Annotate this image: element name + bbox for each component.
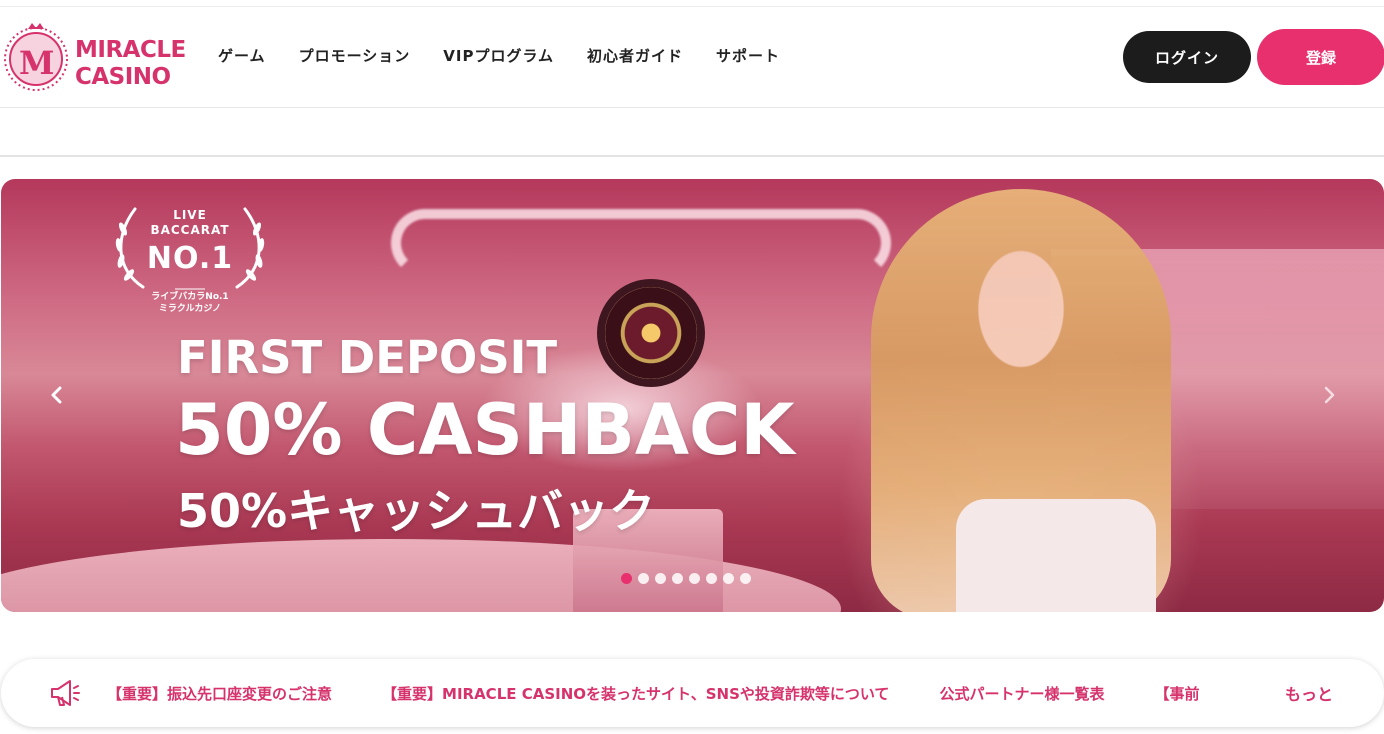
carousel-dot[interactable] — [621, 573, 632, 584]
live-baccarat-badge: LIVE BACCARAT NO.1 ライブバカラNo.1 ミラクルカジノ — [109, 205, 271, 323]
banner-headline-3: 50%キャッシュバック — [177, 484, 656, 538]
carousel-prev-button[interactable] — [43, 379, 71, 411]
hero-banner[interactable]: LIVE BACCARAT NO.1 ライブバカラNo.1 ミラクルカジノ FI… — [1, 179, 1384, 612]
megaphone-icon — [51, 680, 80, 706]
banner-ceiling-light — [391, 209, 891, 277]
banner-headline-2: 50% CASHBACK — [175, 389, 795, 471]
badge-caption: ライブバカラNo.1 ミラクルカジノ — [109, 291, 271, 315]
banner-headline-1: FIRST DEPOSIT — [177, 331, 558, 384]
notice-more-link[interactable]: もっと — [1271, 681, 1365, 705]
site-header: M MIRACLE CASINO ゲーム プロモーション VIPプログラム 初心… — [0, 7, 1384, 108]
badge-title: LIVE BACCARAT — [109, 208, 271, 238]
carousel-dot[interactable] — [723, 573, 734, 584]
banner-model-dress — [956, 499, 1156, 612]
main-nav: ゲーム プロモーション VIPプログラム 初心者ガイド サポート — [218, 45, 813, 66]
carousel-dot[interactable] — [706, 573, 717, 584]
notice-ticker: 【重要】振込先口座変更のご注意 【重要】MIRACLE CASINOを装ったサイ… — [1, 659, 1384, 727]
nav-item-support[interactable]: サポート — [716, 45, 780, 66]
nav-item-promotions[interactable]: プロモーション — [299, 45, 411, 66]
sub-header-bar — [0, 108, 1384, 157]
badge-line-2: BACCARAT — [150, 223, 230, 237]
notice-item[interactable]: 【重要】MIRACLE CASINOを装ったサイト、SNSや投資詐欺等について — [382, 683, 889, 704]
chevron-right-icon — [1324, 386, 1335, 404]
carousel-dot[interactable] — [638, 573, 649, 584]
notice-item[interactable]: 公式パートナー様一覧表 — [939, 683, 1104, 704]
logo-wordmark: MIRACLE CASINO — [75, 37, 186, 91]
nav-item-games[interactable]: ゲーム — [218, 45, 266, 66]
nav-item-beginner-guide[interactable]: 初心者ガイド — [587, 45, 683, 66]
carousel-dot[interactable] — [672, 573, 683, 584]
notice-item[interactable]: 【事前 — [1154, 683, 1199, 704]
chevron-left-icon — [51, 386, 62, 404]
roulette-wheel-image — [605, 287, 697, 379]
notice-list: 【重要】振込先口座変更のご注意 【重要】MIRACLE CASINOを装ったサイ… — [107, 683, 1199, 704]
carousel-dot[interactable] — [655, 573, 666, 584]
login-button[interactable]: ログイン — [1123, 31, 1251, 83]
logo-line-2: CASINO — [75, 64, 171, 90]
badge-rank: NO.1 — [146, 241, 234, 276]
logo-letter: M — [19, 44, 55, 82]
notice-item[interactable]: 【重要】振込先口座変更のご注意 — [107, 683, 332, 704]
badge-caption-1: ライブバカラNo.1 — [151, 292, 229, 302]
logo[interactable]: M MIRACLE CASINO — [2, 15, 192, 95]
badge-caption-2: ミラクルカジノ — [158, 304, 222, 314]
register-button[interactable]: 登録 — [1257, 29, 1384, 85]
badge-line-1: LIVE — [173, 208, 207, 222]
logo-line-1: MIRACLE — [75, 37, 186, 63]
nav-item-vip[interactable]: VIPプログラム — [443, 45, 554, 66]
carousel-dots — [621, 573, 751, 584]
carousel-dot[interactable] — [740, 573, 751, 584]
carousel-dot[interactable] — [689, 573, 700, 584]
carousel-next-button[interactable] — [1315, 379, 1343, 411]
